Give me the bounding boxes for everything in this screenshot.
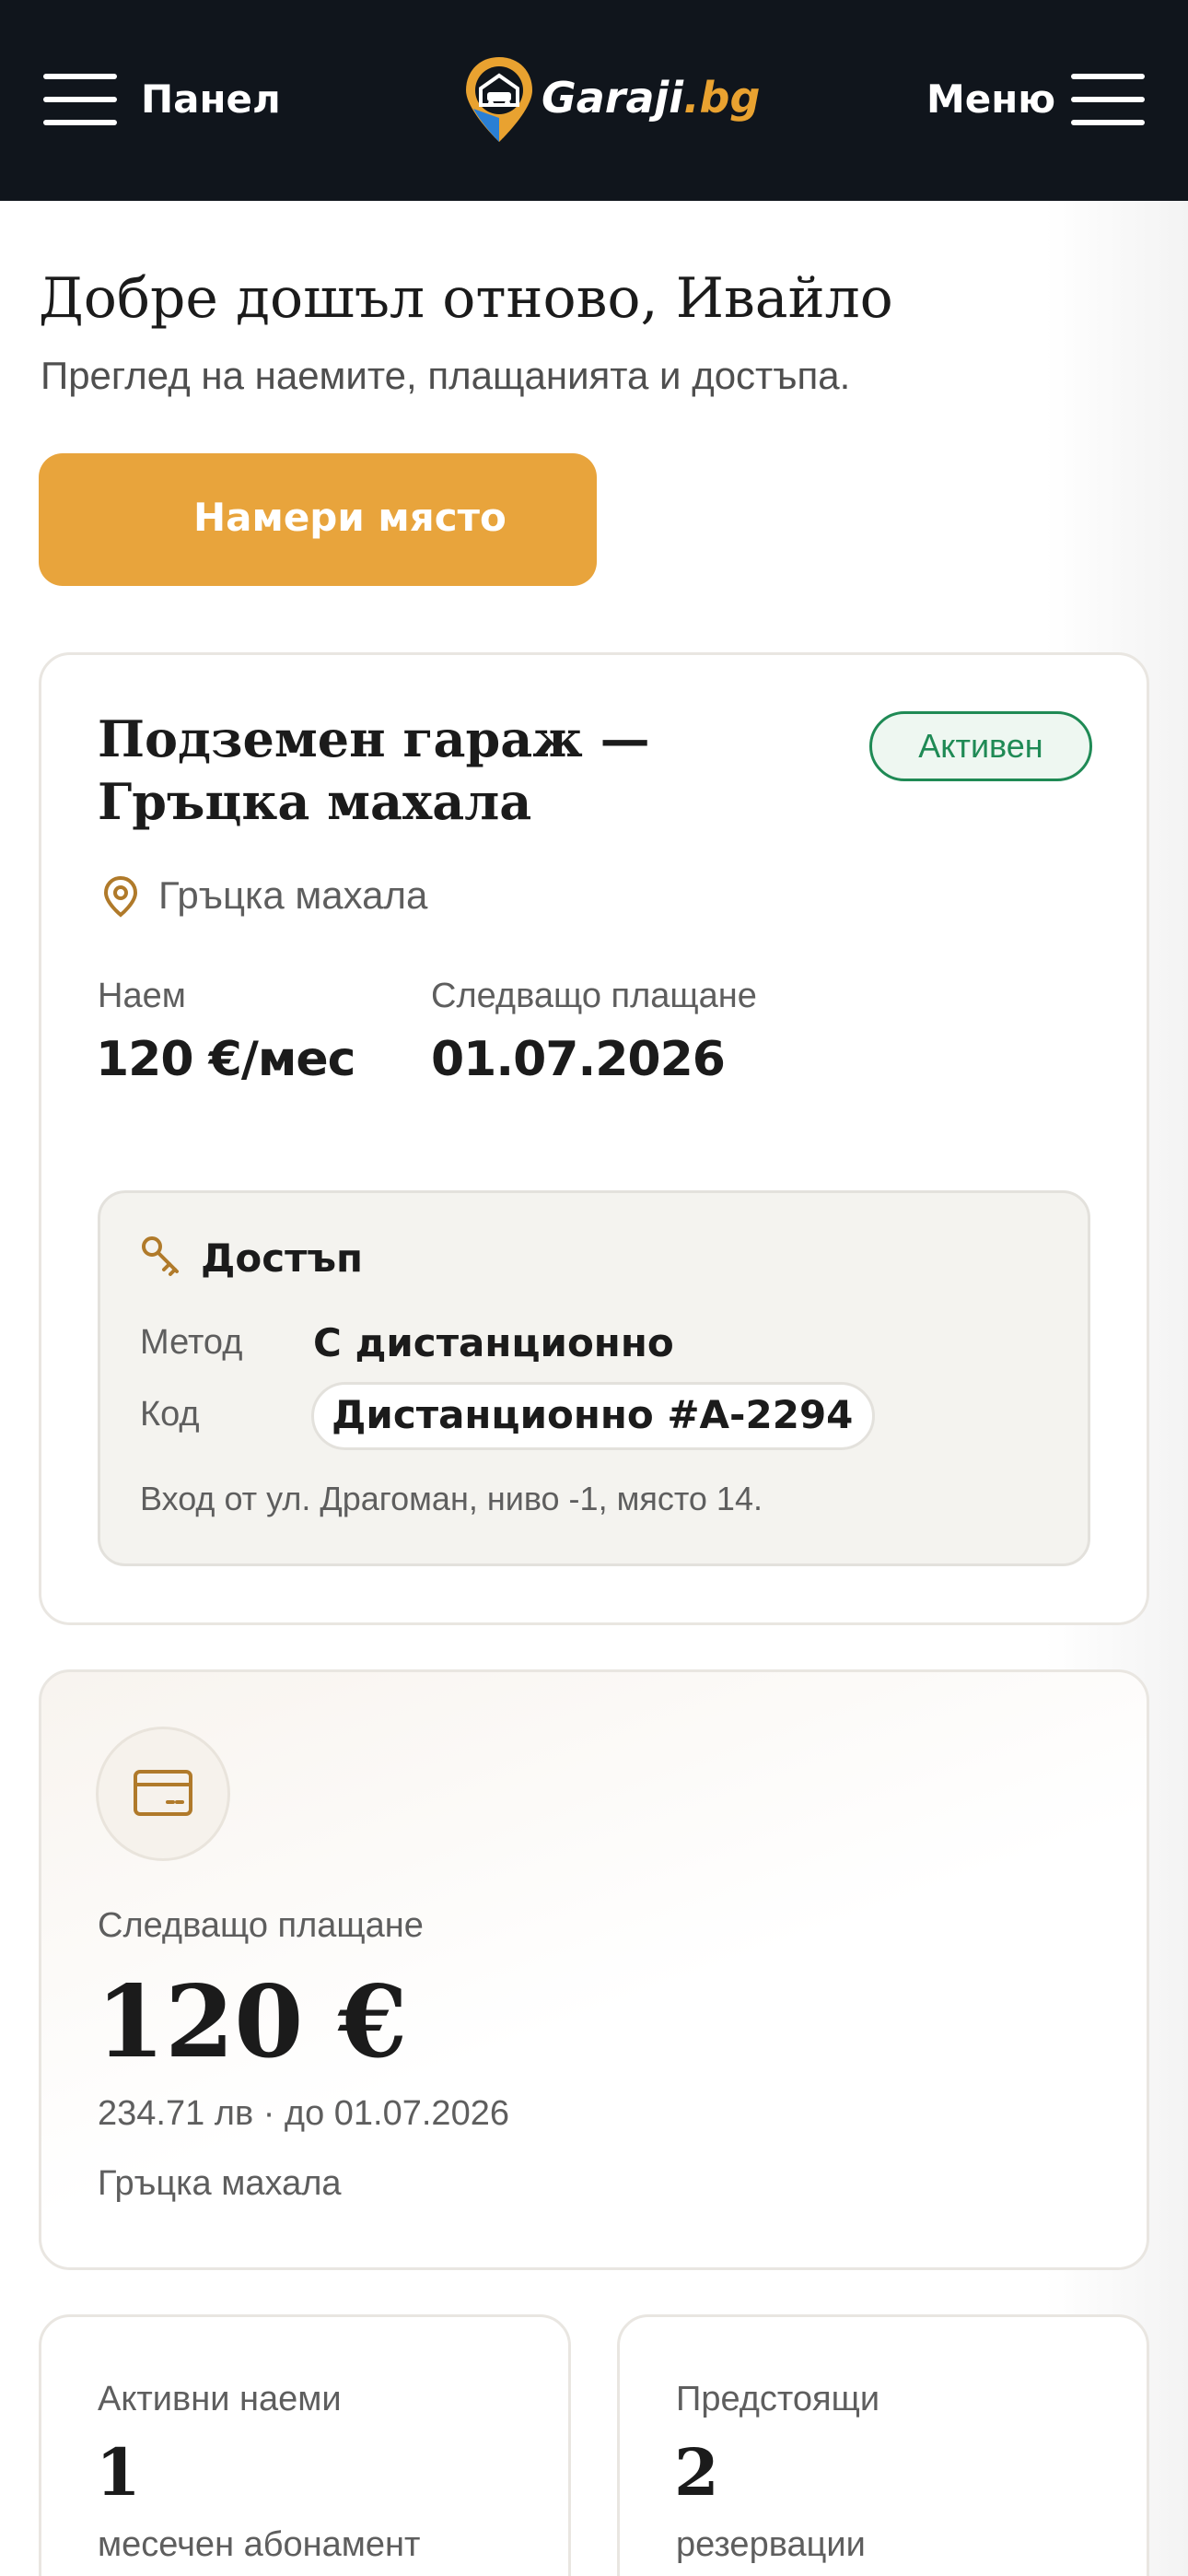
next-payment-label: Следващо плащане (431, 977, 757, 1015)
stat-value: 2 (674, 2434, 719, 2511)
find-spot-label: Намери място (193, 495, 507, 540)
menu-button[interactable]: Меню (926, 72, 1055, 127)
next-payment-date: 01.07.2026 (431, 1032, 726, 1087)
code-label: Код (140, 1395, 200, 1434)
rent-value: 120 €/мес (96, 1032, 355, 1087)
key-icon (142, 1236, 179, 1276)
logo-name: Garaji (542, 73, 684, 123)
payment-location: Гръцка махала (98, 2164, 342, 2203)
panel-menu-icon[interactable] (43, 74, 117, 125)
credit-card-icon (134, 1770, 192, 1816)
stat-label: Активни наеми (98, 2380, 342, 2418)
page-subtitle: Преглед на наемите, плащанията и достъпа… (41, 354, 851, 397)
status-badge: Активен (869, 711, 1092, 781)
code-value: Дистанционно #A-2294 (332, 1392, 854, 1437)
page: Панел Garaji.bg Меню Добре дошъл отново,… (0, 0, 1188, 2576)
location-pin-icon (103, 875, 138, 918)
rental-location: Гръцка махала (158, 873, 428, 917)
logo-tld: .bg (683, 73, 761, 123)
logo-text: Garaji.bg (542, 68, 760, 127)
panel-button[interactable]: Панел (141, 72, 281, 127)
rent-label: Наем (98, 977, 186, 1015)
method-label: Метод (140, 1323, 243, 1362)
stat-sub: месечен абонамент (98, 2525, 421, 2564)
page-title: Добре дошъл отново, Ивайло (39, 266, 893, 331)
access-note: Вход от ул. Драгоман, ниво -1, място 14. (140, 1480, 763, 1517)
stat-sub: резервации (676, 2525, 866, 2564)
stat-label: Предстоящи (676, 2380, 880, 2418)
main-menu-icon[interactable] (1071, 74, 1145, 125)
rental-title: Подземен гараж — Гръцка махала (98, 709, 650, 831)
access-title: Достъп (201, 1235, 364, 1281)
payment-amount: 120 € (96, 1964, 408, 2080)
garage-pin-icon (466, 57, 532, 142)
payment-label: Следващо плащане (98, 1906, 424, 1945)
logo[interactable]: Garaji.bg (462, 53, 760, 146)
payment-details: 234.71 лв · до 01.07.2026 (98, 2094, 509, 2133)
stat-value: 1 (96, 2434, 141, 2511)
method-value: С дистанционно (313, 1320, 674, 1365)
